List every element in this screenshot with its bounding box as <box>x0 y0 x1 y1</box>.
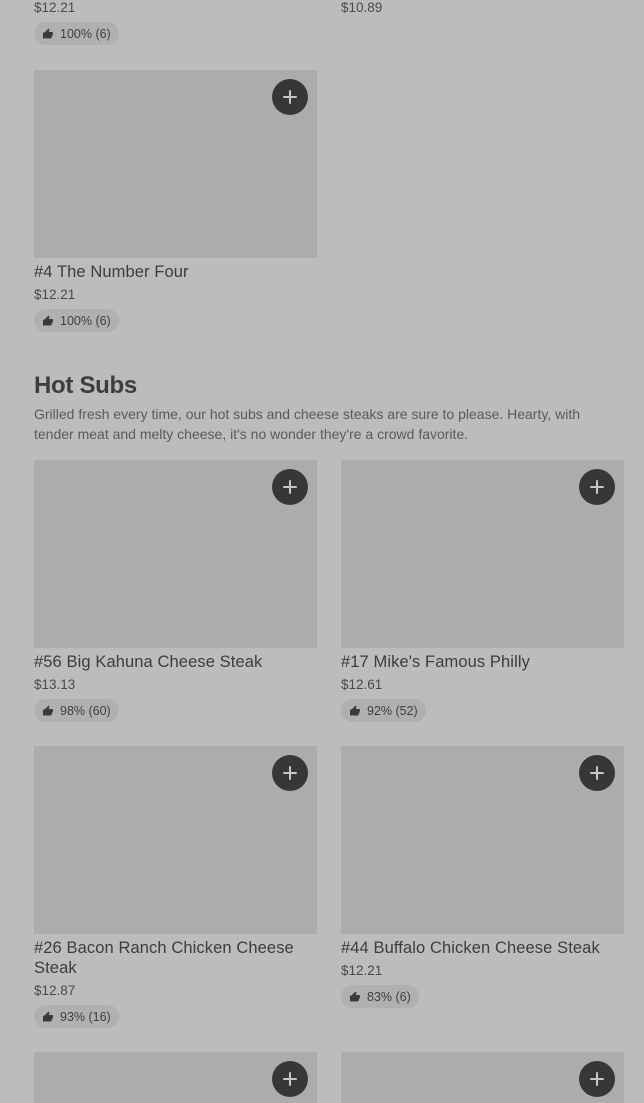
item-price: $12.21 <box>341 963 383 978</box>
plus-icon <box>590 1072 604 1086</box>
item-name: #17 Mike's Famous Philly <box>341 653 530 671</box>
item-price: $12.61 <box>341 677 383 692</box>
rating-badge: 83% (6) <box>341 985 419 1008</box>
plus-icon <box>590 480 604 494</box>
section-description: Grilled fresh every time, our hot subs a… <box>34 406 580 442</box>
plus-icon <box>283 1072 297 1086</box>
item-image <box>341 1052 624 1103</box>
add-item-button[interactable] <box>272 1061 308 1097</box>
menu-item-card[interactable]: #4 The Number Four $12.21 100% (6) <box>34 70 317 332</box>
item-image <box>34 70 317 258</box>
rating-badge: 92% (52) <box>341 699 426 722</box>
item-price: $12.21 <box>34 287 76 302</box>
rating-badge: 98% (60) <box>34 699 119 722</box>
thumbs-up-icon <box>42 705 54 717</box>
add-item-button[interactable] <box>579 1061 615 1097</box>
add-item-button[interactable] <box>272 469 308 505</box>
add-item-button[interactable] <box>272 79 308 115</box>
rating-text: 98% (60) <box>60 703 111 718</box>
item-name: #4 The Number Four <box>34 263 189 281</box>
thumbs-up-icon <box>42 315 54 327</box>
item-price: $10.89 <box>341 0 383 15</box>
menu-item-card[interactable]: #56 Big Kahuna Cheese Steak $13.13 98% (… <box>34 460 317 722</box>
plus-icon <box>283 766 297 780</box>
add-item-button[interactable] <box>579 755 615 791</box>
rating-text: 83% (6) <box>367 989 411 1004</box>
rating-text: 100% (6) <box>60 26 111 41</box>
plus-icon <box>283 90 297 104</box>
item-price: $13.13 <box>34 677 76 692</box>
item-price: $12.21 <box>34 0 76 15</box>
menu-item-card[interactable] <box>34 1052 317 1103</box>
menu-page: $12.21 100% (6) $10.89 #4 The Number Fou… <box>0 0 644 1103</box>
plus-icon <box>283 480 297 494</box>
item-image <box>341 460 624 648</box>
item-image <box>34 460 317 648</box>
item-name: #44 Buffalo Chicken Cheese Steak <box>341 939 600 957</box>
menu-item-card[interactable]: #26 Bacon Ranch Chicken Cheese Steak $12… <box>34 746 317 1028</box>
plus-icon <box>590 766 604 780</box>
thumbs-up-icon <box>42 28 54 40</box>
item-name: #56 Big Kahuna Cheese Steak <box>34 653 263 671</box>
rating-badge: 100% (6) <box>34 309 119 332</box>
thumbs-up-icon <box>349 991 361 1003</box>
thumbs-up-icon <box>42 1011 54 1023</box>
item-price: $12.87 <box>34 983 76 998</box>
menu-item-card[interactable]: #44 Buffalo Chicken Cheese Steak $12.21 … <box>341 746 624 1008</box>
menu-item-card[interactable]: #17 Mike's Famous Philly $12.61 92% (52) <box>341 460 624 722</box>
add-item-button[interactable] <box>579 469 615 505</box>
rating-text: 92% (52) <box>367 703 418 718</box>
menu-item-card[interactable] <box>341 1052 624 1103</box>
item-image <box>34 746 317 934</box>
add-item-button[interactable] <box>272 755 308 791</box>
rating-text: 100% (6) <box>60 313 111 328</box>
rating-text: 93% (16) <box>60 1009 111 1024</box>
thumbs-up-icon <box>349 705 361 717</box>
item-name: #26 Bacon Ranch Chicken Cheese Steak <box>34 939 294 977</box>
item-image <box>341 746 624 934</box>
rating-badge: 100% (6) <box>34 22 119 45</box>
rating-badge: 93% (16) <box>34 1005 119 1028</box>
item-image <box>34 1052 317 1103</box>
section-title: Hot Subs <box>34 372 137 399</box>
